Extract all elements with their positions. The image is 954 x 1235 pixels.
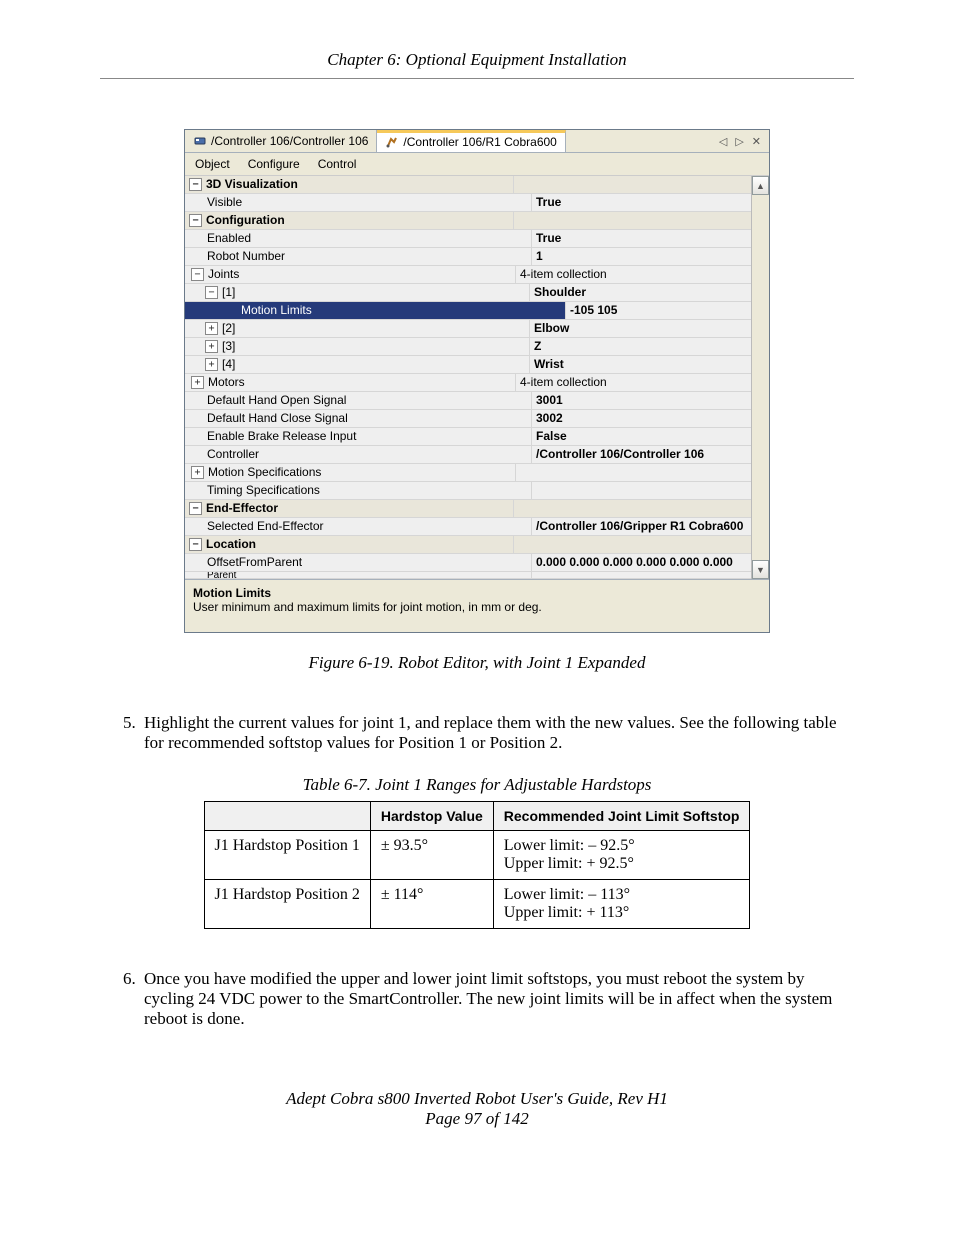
category-location: Location xyxy=(206,536,256,553)
prop-enabled-value[interactable]: True xyxy=(532,230,751,247)
table-header-blank xyxy=(204,802,370,831)
tab-bar: /Controller 106/Controller 106 /Controll… xyxy=(185,130,769,153)
scrollbar[interactable]: ▲ ▼ xyxy=(751,176,769,579)
robot-editor-window: /Controller 106/Controller 106 /Controll… xyxy=(184,129,770,633)
expand-icon[interactable]: + xyxy=(205,358,218,371)
prop-hand-open-label[interactable]: Default Hand Open Signal xyxy=(185,392,532,409)
prop-joint3-value[interactable]: Z xyxy=(530,338,751,355)
cell-softstop-value: Lower limit: – 113°Upper limit: + 113° xyxy=(493,880,750,929)
prop-motors-value: 4-item collection xyxy=(516,374,751,391)
cell-position: J1 Hardstop Position 1 xyxy=(204,831,370,880)
page-footer: Adept Cobra s800 Inverted Robot User's G… xyxy=(100,1089,854,1129)
table-row: J1 Hardstop Position 2 ± 114° Lower limi… xyxy=(204,880,750,929)
prop-joints-label[interactable]: Joints xyxy=(208,266,239,283)
menu-bar: Object Configure Control xyxy=(185,153,769,176)
scroll-up-icon[interactable]: ▲ xyxy=(752,176,769,195)
collapse-icon[interactable]: − xyxy=(191,268,204,281)
table-header-softstop: Recommended Joint Limit Softstop xyxy=(493,802,750,831)
collapse-icon[interactable]: − xyxy=(189,502,202,515)
prop-motion-limits-value[interactable]: -105 105 xyxy=(566,302,751,319)
footer-guide-title: Adept Cobra s800 Inverted Robot User's G… xyxy=(100,1089,854,1109)
table-row: J1 Hardstop Position 1 ± 93.5° Lower lim… xyxy=(204,831,750,880)
prop-hand-open-value[interactable]: 3001 xyxy=(532,392,751,409)
step-5: Highlight the current values for joint 1… xyxy=(140,713,854,753)
prop-hand-close-value[interactable]: 3002 xyxy=(532,410,751,427)
category-configuration: Configuration xyxy=(206,212,285,229)
figure-caption: Figure 6-19. Robot Editor, with Joint 1 … xyxy=(100,653,854,673)
category-end-effector: End-Effector xyxy=(206,500,278,517)
prop-visible-value[interactable]: True xyxy=(532,194,751,211)
prop-selected-end-effector-label[interactable]: Selected End-Effector xyxy=(185,518,532,535)
prop-joint3-label[interactable]: [3] xyxy=(222,338,235,355)
expand-icon[interactable]: + xyxy=(205,340,218,353)
cell-hardstop-value: ± 114° xyxy=(370,880,493,929)
prop-motion-limits-label[interactable]: Motion Limits xyxy=(185,302,566,319)
prop-controller-value[interactable]: /Controller 106/Controller 106 xyxy=(532,446,751,463)
prop-joint4-label[interactable]: [4] xyxy=(222,356,235,373)
tab-label: /Controller 106/R1 Cobra600 xyxy=(403,135,556,149)
prop-brake-release-value[interactable]: False xyxy=(532,428,751,445)
prop-joint2-label[interactable]: [2] xyxy=(222,320,235,337)
tab-nav-left-icon[interactable]: ◁ xyxy=(719,135,727,148)
prop-robot-number-label[interactable]: Robot Number xyxy=(185,248,532,265)
prop-enabled-label[interactable]: Enabled xyxy=(185,230,532,247)
robot-icon xyxy=(385,135,399,149)
tab-controller[interactable]: /Controller 106/Controller 106 xyxy=(185,130,377,152)
prop-joint1-label[interactable]: [1] xyxy=(222,284,235,301)
description-title: Motion Limits xyxy=(193,586,761,600)
menu-object[interactable]: Object xyxy=(195,157,230,171)
prop-offset-value[interactable]: 0.000 0.000 0.000 0.000 0.000 0.000 xyxy=(532,554,751,571)
menu-control[interactable]: Control xyxy=(318,157,357,171)
footer-page-number: Page 97 of 142 xyxy=(100,1109,854,1129)
prop-timing-spec-value[interactable] xyxy=(532,482,751,499)
prop-timing-spec-label[interactable]: Timing Specifications xyxy=(185,482,532,499)
description-body: User minimum and maximum limits for join… xyxy=(193,600,761,614)
expand-icon[interactable]: + xyxy=(205,322,218,335)
table-caption: Table 6-7. Joint 1 Ranges for Adjustable… xyxy=(100,775,854,795)
prop-joint1-value[interactable]: Shoulder xyxy=(530,284,751,301)
step-6: Once you have modified the upper and low… xyxy=(140,969,854,1029)
prop-visible-label[interactable]: Visible xyxy=(185,194,532,211)
table-header-hardstop: Hardstop Value xyxy=(370,802,493,831)
menu-configure[interactable]: Configure xyxy=(248,157,300,171)
scroll-down-icon[interactable]: ▼ xyxy=(752,560,769,579)
prop-offset-label[interactable]: OffsetFromParent xyxy=(185,554,532,571)
joint-ranges-table: Hardstop Value Recommended Joint Limit S… xyxy=(204,801,751,929)
collapse-icon[interactable]: − xyxy=(189,178,202,191)
prop-motion-spec-label[interactable]: Motion Specifications xyxy=(208,464,321,481)
prop-brake-release-label[interactable]: Enable Brake Release Input xyxy=(185,428,532,445)
prop-joint4-value[interactable]: Wrist xyxy=(530,356,751,373)
chapter-heading: Chapter 6: Optional Equipment Installati… xyxy=(100,50,854,79)
prop-motors-label[interactable]: Motors xyxy=(208,374,245,391)
prop-parent-label[interactable]: Parent xyxy=(185,572,532,578)
cell-position: J1 Hardstop Position 2 xyxy=(204,880,370,929)
prop-motion-spec-value[interactable] xyxy=(516,464,751,481)
prop-joint2-value[interactable]: Elbow xyxy=(530,320,751,337)
collapse-icon[interactable]: − xyxy=(205,286,218,299)
controller-icon xyxy=(193,134,207,148)
prop-hand-close-label[interactable]: Default Hand Close Signal xyxy=(185,410,532,427)
prop-controller-label[interactable]: Controller xyxy=(185,446,532,463)
cell-softstop-value: Lower limit: – 92.5°Upper limit: + 92.5° xyxy=(493,831,750,880)
category-3d-visualization: 3D Visualization xyxy=(206,176,298,193)
cell-hardstop-value: ± 93.5° xyxy=(370,831,493,880)
tab-cobra600[interactable]: /Controller 106/R1 Cobra600 xyxy=(377,130,565,152)
collapse-icon[interactable]: − xyxy=(189,538,202,551)
prop-robot-number-value[interactable]: 1 xyxy=(532,248,751,265)
tab-nav-right-icon[interactable]: ▷ xyxy=(735,135,743,148)
expand-icon[interactable]: + xyxy=(191,466,204,479)
property-description: Motion Limits User minimum and maximum l… xyxy=(185,579,769,632)
property-grid[interactable]: −3D Visualization VisibleTrue −Configura… xyxy=(185,176,751,579)
prop-selected-end-effector-value[interactable]: /Controller 106/Gripper R1 Cobra600 xyxy=(532,518,751,535)
tab-label: /Controller 106/Controller 106 xyxy=(211,134,368,148)
expand-icon[interactable]: + xyxy=(191,376,204,389)
close-icon[interactable]: ✕ xyxy=(752,135,761,148)
prop-joints-value: 4-item collection xyxy=(516,266,751,283)
collapse-icon[interactable]: − xyxy=(189,214,202,227)
